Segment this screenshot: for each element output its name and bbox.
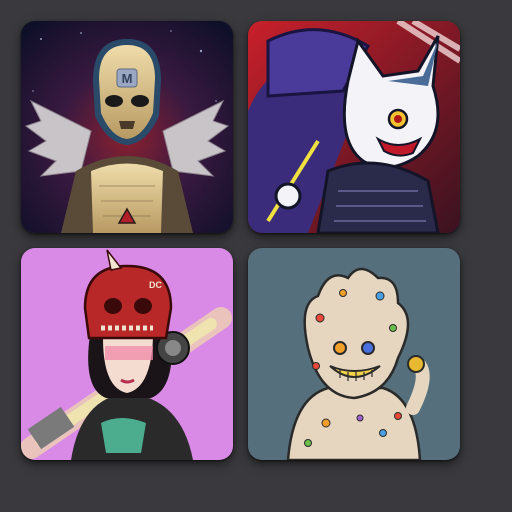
helmet-logo-text: DC [149,280,162,290]
nft-grid-page: { "grid": { "items": [ {"icon": "masked-… [0,0,512,512]
nft-card-2[interactable] [248,21,460,233]
white-cat-samurai-avatar [248,21,460,233]
nft-card-1[interactable]: M [21,21,233,233]
masked-warrior-avatar: M [21,21,233,233]
demon-skull-helmet-girl-avatar: DC [21,248,233,460]
nft-card-3[interactable]: DC [21,248,233,460]
helmet-logo-text: M [122,71,133,86]
nft-card-4[interactable] [248,248,460,460]
candy-hand-creature-avatar [248,248,460,460]
